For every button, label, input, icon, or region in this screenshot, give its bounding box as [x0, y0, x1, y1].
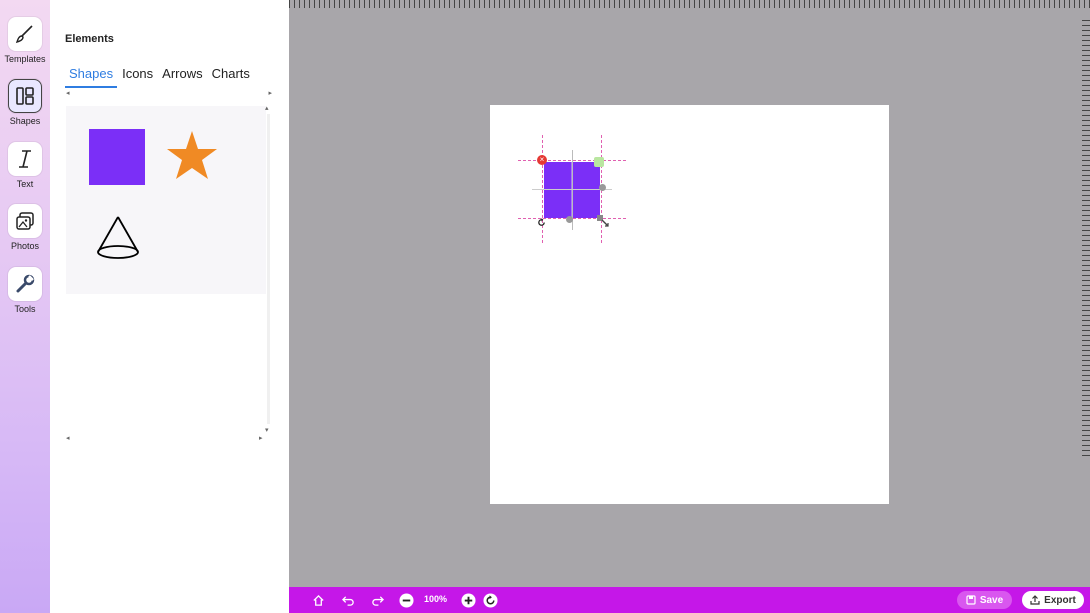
tab-shapes[interactable]: Shapes — [65, 64, 118, 88]
element-tabs: Shapes Icons Arrows Charts — [65, 64, 255, 88]
save-button[interactable]: Save — [957, 591, 1012, 609]
star-shape[interactable] — [164, 128, 220, 189]
scroll-left-icon[interactable]: ◂ — [66, 89, 70, 97]
panel-vertical-scrollbar[interactable]: ▴ ▾ — [265, 104, 273, 434]
rail-item-shapes[interactable]: Shapes — [0, 79, 50, 126]
zoom-out-icon[interactable] — [398, 592, 414, 608]
resize-corner-icon[interactable] — [596, 214, 610, 228]
save-icon — [966, 595, 976, 605]
text-icon — [8, 142, 42, 176]
tab-arrows[interactable]: Arrows — [158, 64, 206, 88]
scroll-track[interactable] — [267, 114, 270, 424]
shapes-grid — [66, 106, 266, 294]
panel-title: Elements — [65, 33, 114, 45]
rail-label: Templates — [4, 54, 46, 64]
square-shape[interactable] — [89, 129, 145, 185]
rail-item-tools[interactable]: Tools — [0, 267, 50, 314]
tool-rail: Templates Shapes Text Photos Tools — [0, 0, 50, 613]
scroll-left-icon[interactable]: ◂ — [66, 434, 70, 442]
resize-handle-right[interactable] — [599, 184, 606, 191]
rotate-icon[interactable] — [537, 214, 546, 226]
right-ruler — [1082, 20, 1090, 460]
rail-item-templates[interactable]: Templates — [0, 17, 50, 64]
cone-shape[interactable] — [94, 214, 142, 267]
rail-label: Photos — [10, 241, 40, 251]
rail-label: Tools — [14, 304, 36, 314]
elements-panel: Elements Shapes Icons Arrows Charts ◂ ▸ … — [50, 0, 289, 613]
scroll-up-icon[interactable]: ▴ — [265, 104, 269, 112]
bottom-toolbar: 100% Save Export — [289, 587, 1090, 613]
panel-horizontal-scrollbar[interactable]: ◂ ▸ — [66, 434, 272, 444]
rail-item-text[interactable]: Text — [0, 142, 50, 189]
brush-icon — [8, 17, 42, 51]
resize-handle-bottom[interactable] — [566, 216, 573, 223]
tabs-scrollbar[interactable]: ◂ ▸ — [66, 89, 272, 99]
home-icon[interactable] — [310, 592, 326, 608]
scroll-right-icon[interactable]: ▸ — [259, 434, 263, 442]
zoom-level: 100% — [424, 594, 448, 604]
undo-icon[interactable] — [340, 592, 356, 608]
top-ruler — [289, 0, 1090, 8]
redo-icon[interactable] — [369, 592, 385, 608]
tab-charts[interactable]: Charts — [208, 64, 254, 88]
export-label: Export — [1044, 594, 1076, 606]
scroll-down-icon[interactable]: ▾ — [265, 426, 269, 434]
rail-label: Shapes — [9, 116, 41, 126]
delete-icon[interactable]: × — [537, 155, 547, 165]
photos-icon — [8, 204, 42, 238]
zoom-in-icon[interactable] — [460, 592, 476, 608]
rail-label: Text — [16, 179, 34, 189]
wrench-icon — [8, 267, 42, 301]
save-label: Save — [979, 594, 1004, 606]
design-page[interactable]: × — [490, 105, 889, 504]
export-button[interactable]: Export — [1022, 591, 1084, 609]
canvas-workspace[interactable]: × — [289, 0, 1090, 587]
reset-zoom-icon[interactable] — [482, 592, 498, 608]
tab-icons[interactable]: Icons — [118, 64, 157, 88]
scroll-right-icon[interactable]: ▸ — [268, 89, 272, 97]
duplicate-icon[interactable] — [594, 157, 604, 167]
rail-item-photos[interactable]: Photos — [0, 204, 50, 251]
export-icon — [1030, 595, 1040, 605]
layout-icon — [8, 79, 42, 113]
